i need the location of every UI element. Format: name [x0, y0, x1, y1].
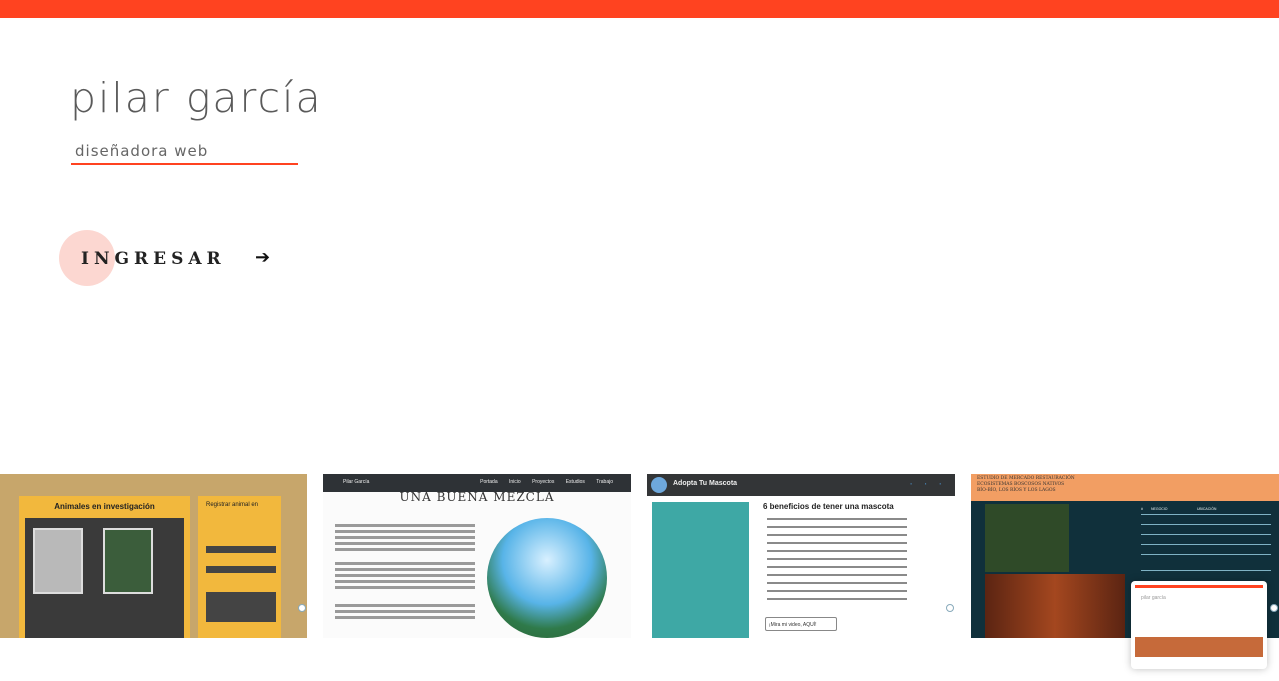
landscape-image: [487, 518, 607, 638]
nav-link: Inicio: [509, 479, 521, 485]
text-line: [335, 610, 475, 613]
table-divider: [1141, 524, 1271, 525]
thumb-title: Animales en investigación: [54, 502, 155, 511]
text-line: [335, 542, 475, 545]
thumb-form: Registrar animal en: [198, 496, 281, 638]
nav-link: Estudios: [565, 479, 585, 485]
text-line: [335, 580, 475, 583]
text-line: [767, 534, 907, 536]
paw-icon: [651, 477, 667, 493]
form-field: [206, 546, 276, 553]
hands-plant-image: [985, 504, 1069, 572]
enter-button[interactable]: INGRESAR ➔: [59, 230, 279, 288]
nav-link: Portada: [480, 479, 498, 485]
form-textarea: [206, 592, 276, 622]
text-line: [335, 530, 475, 533]
video-button: ¡Mira mi video, AQUÍ!: [765, 617, 837, 631]
table-header: NEGOCIO: [1151, 507, 1168, 511]
thumb-brand: Adopta Tu Mascota: [673, 480, 738, 487]
text-line: [335, 574, 475, 577]
text-line: [767, 582, 907, 584]
table-divider: [1141, 534, 1271, 535]
text-line: [767, 590, 907, 592]
top-accent-bar: [0, 0, 1279, 18]
page-preview-widget[interactable]: pilar garcía: [1131, 581, 1267, 669]
thumb-panel: Animales en investigación: [19, 496, 190, 638]
text-line: [335, 548, 475, 551]
arrow-right-icon: ➔: [255, 247, 271, 267]
eye-icon: [946, 604, 954, 612]
site-subtitle: diseñadora web: [75, 142, 209, 160]
text-line: [767, 574, 907, 576]
forest-image: [985, 574, 1125, 638]
thumb-navbar: Adopta Tu Mascota ▪ ▪ ▪: [647, 474, 955, 496]
text-line: [767, 598, 907, 600]
enter-button-label: INGRESAR: [81, 249, 226, 269]
text-line: [767, 542, 907, 544]
text-line: [335, 586, 475, 589]
project-thumb-adopta[interactable]: Adopta Tu Mascota ▪ ▪ ▪ 6 beneficios de …: [647, 474, 955, 638]
table-divider: [1141, 514, 1271, 515]
form-field: [206, 566, 276, 573]
eagle-image: [103, 528, 153, 594]
text-line: [767, 526, 907, 528]
preview-title: pilar garcía: [1141, 595, 1166, 601]
cat-image: [652, 502, 749, 638]
table-divider: [1141, 570, 1271, 571]
project-thumb-portafolio[interactable]: Pilar García Portada Inicio Proyectos Es…: [323, 474, 631, 638]
table-header: UBICACIÓN: [1197, 507, 1217, 511]
text-line: [767, 518, 907, 520]
banner-text: ESTUDIO DE MERCADO RESTAURACIÓN ECOSISTE…: [977, 476, 1075, 493]
thumb-nav-links: ▪ ▪ ▪: [910, 481, 941, 486]
eye-icon: [298, 604, 306, 612]
thumb-nav-links: Portada Inicio Proyectos Estudios Trabaj…: [480, 479, 613, 485]
text-line: [335, 568, 475, 571]
subtitle-underline: [71, 163, 298, 165]
project-thumb-animales[interactable]: Animales en investigación Registrar anim…: [0, 474, 307, 638]
text-line: [335, 616, 475, 619]
thumb-banner: ESTUDIO DE MERCADO RESTAURACIÓN ECOSISTE…: [971, 474, 1279, 501]
text-line: [767, 558, 907, 560]
thumb-heading: 6 beneficios de tener una mascota: [763, 502, 894, 511]
preview-accent-bar: [1135, 585, 1263, 588]
thumb-heading: UNA BUENA MEZCLA: [399, 490, 555, 504]
text-line: [335, 536, 475, 539]
table-divider: [1141, 554, 1271, 555]
text-line: [335, 524, 475, 527]
text-line: [335, 562, 475, 565]
eye-icon: [1270, 604, 1278, 612]
text-line: [767, 566, 907, 568]
site-title: pilar garcía: [70, 74, 323, 122]
table-divider: [1141, 544, 1271, 545]
project-thumbnails: Animales en investigación Registrar anim…: [0, 474, 1279, 638]
preview-thumb-strip: [1135, 637, 1263, 657]
text-line: [767, 550, 907, 552]
nav-link: Trabajo: [596, 479, 613, 485]
table-header: #: [1141, 507, 1143, 511]
nav-link: Proyectos: [532, 479, 555, 485]
text-line: [335, 604, 475, 607]
wolf-image: [33, 528, 83, 594]
form-title: Registrar animal en: [206, 502, 259, 508]
thumb-brand: Pilar García: [343, 479, 370, 485]
